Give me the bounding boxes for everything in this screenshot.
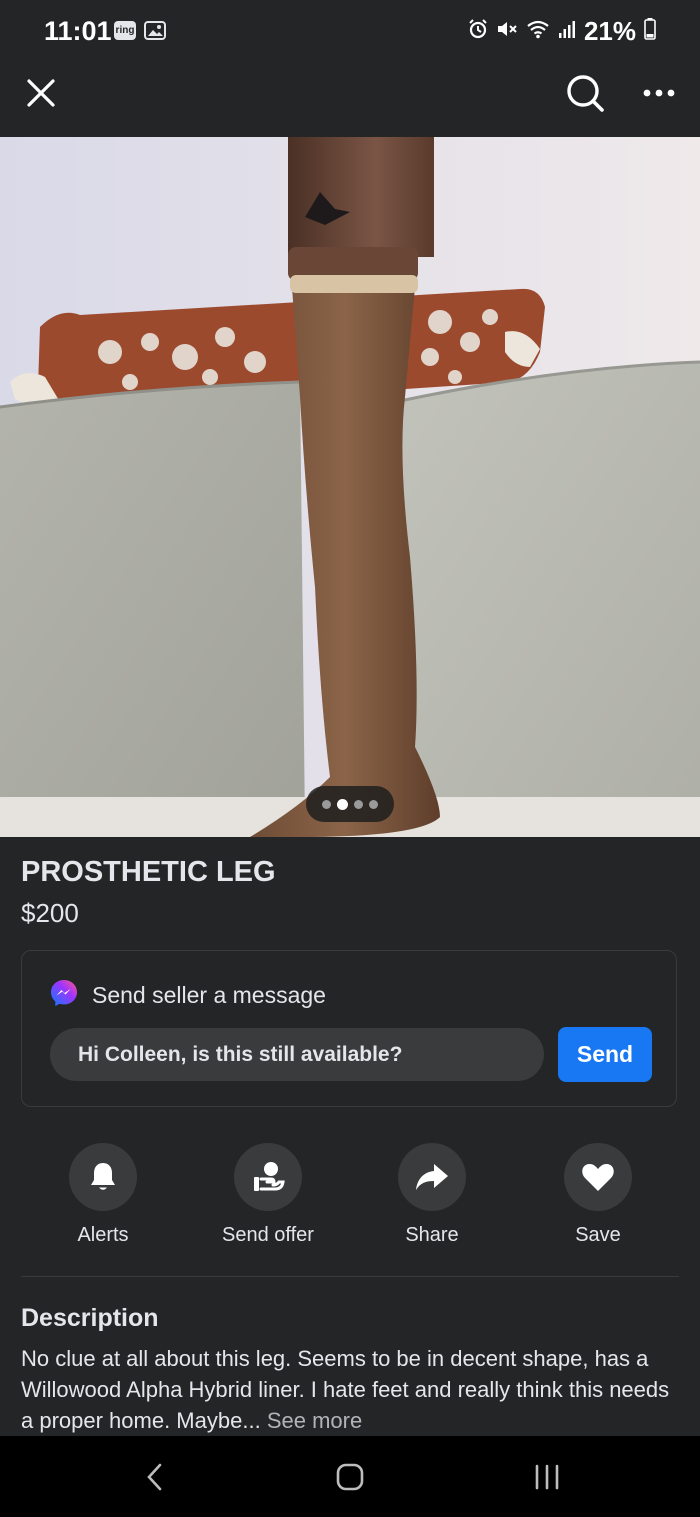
back-icon bbox=[147, 1463, 162, 1490]
pagination-dot[interactable] bbox=[369, 799, 378, 809]
status-bar: 11:01 ring 21% bbox=[0, 0, 700, 62]
status-indicators: 21% bbox=[468, 16, 656, 46]
alerts-label: Alerts bbox=[77, 1224, 129, 1246]
listing-photo-image bbox=[0, 137, 700, 837]
description-text: No clue at all about this leg. Seems to … bbox=[21, 1343, 681, 1436]
mute-icon bbox=[496, 19, 518, 44]
search-icon bbox=[567, 75, 604, 112]
messenger-icon bbox=[50, 979, 78, 1012]
divider bbox=[21, 1276, 679, 1277]
alerts-button[interactable]: Alerts bbox=[23, 1143, 183, 1247]
share-icon bbox=[416, 1164, 448, 1190]
pagination-dot[interactable] bbox=[354, 799, 363, 809]
gallery-icon bbox=[144, 21, 166, 45]
wifi-icon bbox=[526, 19, 550, 44]
see-more-link[interactable]: See more bbox=[267, 1408, 362, 1433]
close-button[interactable] bbox=[10, 62, 72, 124]
listing-photo[interactable] bbox=[0, 137, 700, 837]
save-button-circle[interactable] bbox=[564, 1143, 632, 1211]
message-card-title: Send seller a message bbox=[92, 982, 326, 1008]
back-button[interactable] bbox=[110, 1436, 200, 1517]
heart-icon bbox=[582, 1164, 614, 1191]
battery-icon bbox=[644, 17, 656, 45]
recent-apps-icon bbox=[535, 1464, 559, 1489]
listing-title: PROSTHETIC LEG bbox=[21, 856, 276, 888]
send-offer-label: Send offer bbox=[222, 1224, 314, 1246]
action-row: Alerts Send offer Share Save bbox=[0, 1143, 700, 1253]
share-button-circle[interactable] bbox=[398, 1143, 466, 1211]
top-bar bbox=[0, 62, 700, 136]
alerts-button-circle[interactable] bbox=[69, 1143, 137, 1211]
more-options-button[interactable] bbox=[628, 62, 690, 124]
offer-icon bbox=[254, 1162, 285, 1191]
message-input[interactable]: Hi Colleen, is this still available? bbox=[50, 1028, 544, 1081]
ring-app-icon: ring bbox=[114, 21, 136, 40]
share-button[interactable]: Share bbox=[352, 1143, 512, 1247]
listing-price: $200 bbox=[21, 898, 79, 928]
save-label: Save bbox=[575, 1224, 621, 1246]
alarm-icon bbox=[468, 18, 488, 44]
photo-pagination[interactable] bbox=[306, 786, 394, 822]
share-label: Share bbox=[405, 1224, 459, 1246]
pagination-dot[interactable] bbox=[322, 799, 331, 809]
send-offer-button[interactable]: Send offer bbox=[188, 1143, 348, 1247]
search-button[interactable] bbox=[554, 62, 616, 124]
home-button[interactable] bbox=[305, 1436, 395, 1517]
system-nav-bar bbox=[0, 1436, 700, 1517]
close-icon bbox=[27, 79, 55, 107]
home-icon bbox=[336, 1463, 364, 1490]
save-button[interactable]: Save bbox=[518, 1143, 678, 1247]
send-offer-button-circle[interactable] bbox=[234, 1143, 302, 1211]
recent-apps-button[interactable] bbox=[502, 1436, 592, 1517]
send-button[interactable]: Send bbox=[558, 1027, 652, 1082]
description-heading: Description bbox=[21, 1304, 159, 1332]
signal-icon bbox=[558, 19, 576, 44]
pagination-dot-active[interactable] bbox=[337, 798, 348, 810]
message-card-header: Send seller a message bbox=[50, 979, 326, 1012]
message-seller-card: Send seller a message Hi Colleen, is thi… bbox=[21, 950, 677, 1107]
status-time: 11:01 bbox=[44, 16, 112, 46]
more-options-icon bbox=[643, 89, 675, 97]
battery-percentage: 21% bbox=[583, 15, 636, 46]
bell-icon bbox=[91, 1163, 115, 1190]
